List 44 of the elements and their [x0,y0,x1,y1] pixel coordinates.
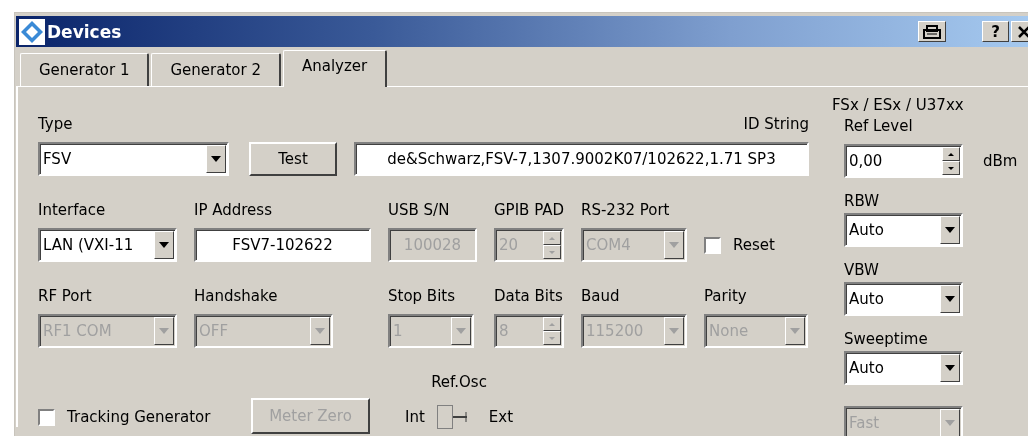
button[interactable]: Test [249,142,337,176]
field-label: Data Bits [494,286,563,306]
dropdown-value: Auto [848,359,885,377]
dropdown[interactable]: Auto [844,351,963,385]
tab[interactable]: Generator 1 [20,53,150,86]
field-label: Sweeptime [844,329,928,349]
field-label: Handshake [194,286,278,306]
dropdown-value: Auto [848,290,885,308]
field-label: VBW [844,260,879,280]
field-label: USB S/N [388,200,450,220]
dropdown[interactable]: Auto [844,213,963,247]
help-button[interactable]: ? [982,21,1009,42]
text-field[interactable]: de&Schwarz,FSV-7,1307.9002K07/102622,1.71 SP3 [354,142,809,176]
tab[interactable]: Analyzer [282,50,388,87]
checkbox-label: Tracking Generator [67,408,211,426]
field-label: ID String [743,114,809,134]
dropdown[interactable]: LAN (VXI-11 [38,228,177,262]
field-label: Interface [38,200,106,220]
dropdown-value: Auto [848,221,885,239]
unit-label: dBm [983,152,1018,170]
field-label: Parity [704,286,747,306]
spin-field[interactable]: 0,00 [844,144,963,178]
field-label: GPIB PAD [494,200,565,220]
field-label: RS-232 Port [581,200,670,220]
text-field[interactable]: FSV7-102622 [194,228,371,262]
field-label: Ref.Osc [431,372,487,392]
field-label: Type [38,114,73,134]
tab[interactable]: Generator 2 [151,53,281,86]
field-label: Stop Bits [388,286,456,306]
dropdown-value: FSV [42,150,73,168]
dropdown-value: LAN (VXI-11 [42,236,135,254]
dropdown[interactable]: FSV [38,142,229,176]
field-label: RBW [844,191,879,211]
checkbox-label: Reset [733,236,775,254]
toggle-label: Ext [488,408,514,426]
spin-value: 0,00 [848,152,884,170]
field-label: Baud [581,286,620,306]
dropdown[interactable]: Auto [844,282,963,316]
window-title: Devices [47,21,122,42]
field-label: Ref Level [844,116,913,136]
field-label: RF Port [38,286,92,306]
toggle-label: Int [405,408,425,426]
field-label: IP Address [194,200,272,220]
section-heading: FSx / ESx / U37xx [832,95,964,115]
